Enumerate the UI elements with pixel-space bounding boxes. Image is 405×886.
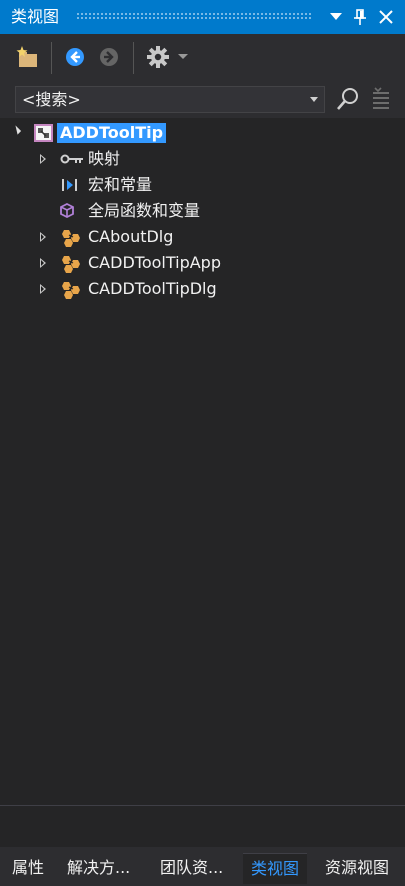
cube-icon (60, 202, 80, 220)
tree-item-class[interactable]: CADDToolTipApp (0, 250, 405, 276)
tree-item-class[interactable]: CAboutDlg (0, 224, 405, 250)
expand-arrow-icon[interactable] (40, 258, 46, 268)
panel-divider (0, 805, 405, 806)
toolbar-separator (51, 42, 52, 74)
expand-arrow-icon[interactable] (40, 284, 46, 294)
search-dropdown-icon[interactable] (310, 97, 318, 102)
tree-item-class[interactable]: CADDToolTipDlg (0, 276, 405, 302)
search-icon[interactable] (335, 86, 361, 112)
tab-solution-explorer[interactable]: 解决方... (67, 853, 130, 883)
project-icon (34, 124, 54, 142)
tree-item-label: 映射 (88, 149, 121, 168)
settings-dropdown-icon[interactable] (173, 43, 193, 71)
tab-resource-view[interactable]: 资源视图 (325, 853, 389, 883)
forward-arrow-icon[interactable] (96, 43, 122, 71)
tab-strip: 属性 解决方... 团队资... 类视图 资源视图 (0, 847, 405, 886)
collapse-arrow-icon[interactable] (11, 125, 22, 135)
expand-arrow-icon[interactable] (40, 232, 46, 242)
panel-title-bar[interactable]: 类视图 (0, 0, 405, 34)
tree-item-maps[interactable]: 映射 (0, 146, 405, 172)
macro-icon (60, 176, 80, 194)
tree-item-globals[interactable]: 全局函数和变量 (0, 198, 405, 224)
tree-item-label: 宏和常量 (88, 175, 153, 194)
new-folder-icon[interactable] (15, 43, 41, 71)
tree-root-label: ADDToolTip (57, 123, 167, 143)
close-icon[interactable] (376, 7, 396, 27)
search-input[interactable]: <搜索> (15, 86, 325, 113)
tree-item-label: CADDToolTipDlg (88, 279, 217, 298)
tree-item-label: 全局函数和变量 (88, 201, 201, 220)
class-icon (60, 254, 84, 273)
drag-grip[interactable] (76, 12, 312, 20)
tree-item-macros[interactable]: 宏和常量 (0, 172, 405, 198)
expand-arrow-icon[interactable] (40, 154, 46, 164)
gear-icon[interactable] (145, 43, 171, 71)
toolbar-separator (133, 42, 134, 74)
window-position-dropdown-icon[interactable] (326, 7, 346, 27)
pin-icon[interactable] (350, 7, 370, 27)
tree-item-label: CADDToolTipApp (88, 253, 221, 272)
tab-class-view[interactable]: 类视图 (243, 853, 308, 884)
panel-title: 类视图 (11, 7, 60, 26)
search-input-value: <搜索> (22, 90, 81, 109)
tree-item-label: CAboutDlg (88, 227, 174, 246)
class-icon (60, 228, 84, 247)
tab-properties[interactable]: 属性 (12, 853, 44, 883)
tree-root-item[interactable]: ADDToolTip (0, 120, 405, 146)
key-icon (60, 150, 84, 168)
filter-settings-icon[interactable] (369, 87, 393, 111)
back-arrow-icon[interactable] (62, 43, 88, 71)
toolbar (0, 34, 405, 82)
search-row: <搜索> (0, 82, 405, 118)
tab-team-explorer[interactable]: 团队资... (160, 853, 223, 883)
class-icon (60, 280, 84, 299)
